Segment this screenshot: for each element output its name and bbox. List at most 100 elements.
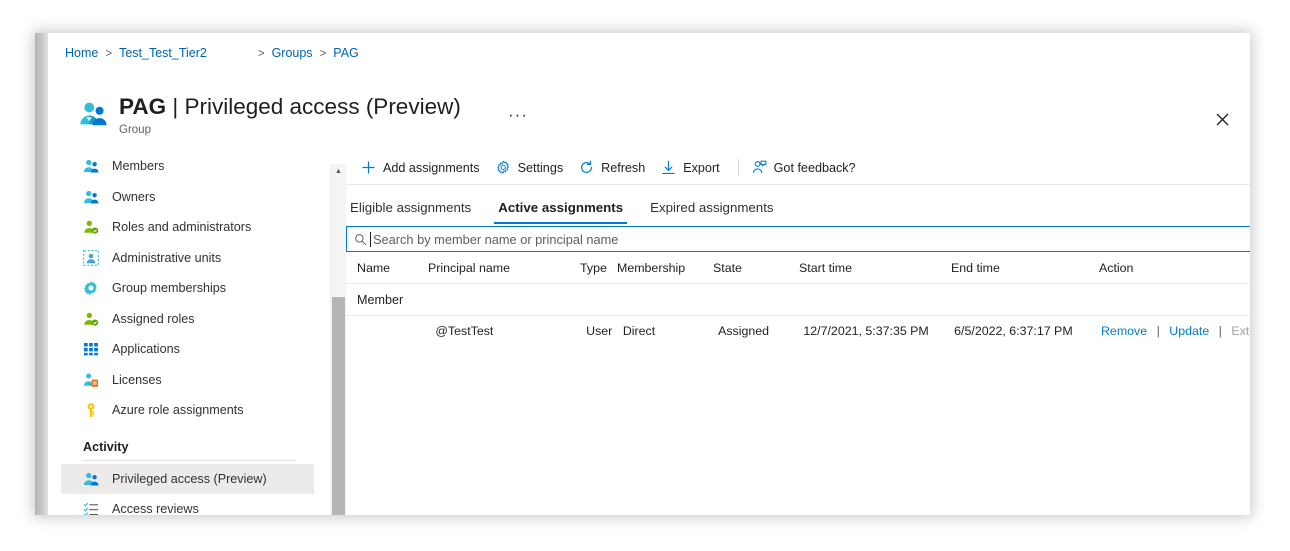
add-assignments-label: Add assignments xyxy=(383,161,480,175)
admin-unit-icon xyxy=(83,250,99,266)
sidebar-item-label: Azure role assignments xyxy=(112,403,244,417)
gear-icon xyxy=(496,160,511,175)
cell-end-time: 6/5/2022, 6:37:17 PM xyxy=(954,324,1101,338)
gear-teal-icon xyxy=(83,280,99,296)
sidebar-item-access-reviews[interactable]: Access reviews xyxy=(61,494,314,515)
more-options-button[interactable]: ··· xyxy=(508,109,528,121)
tab-label: Expired assignments xyxy=(650,200,773,215)
tab-expired-assignments[interactable]: Expired assignments xyxy=(646,200,777,224)
got-feedback-label: Got feedback? xyxy=(774,161,856,175)
previous-blade-edge[interactable] xyxy=(35,33,48,515)
page-title-texts: PAG | Privileged access (Preview) Group xyxy=(119,93,461,136)
tab-label: Active assignments xyxy=(498,200,623,215)
page-title-rest: Privileged access (Preview) xyxy=(184,94,460,119)
blade-panel: Home > Test_Test_Tier2 > Groups > PAG xyxy=(35,33,1250,515)
search-input[interactable] xyxy=(371,228,1250,250)
sidebar-item-licenses[interactable]: Licenses xyxy=(61,365,314,396)
cell-principal-name: @TestTest xyxy=(427,324,586,338)
breadcrumb-separator: > xyxy=(320,48,327,60)
page-title: PAG | Privileged access (Preview) xyxy=(119,93,461,121)
scrollbar-thumb[interactable] xyxy=(332,297,345,515)
settings-button[interactable]: Settings xyxy=(492,155,573,181)
assignments-table: Name Principal name Type Membership Stat… xyxy=(346,252,1250,346)
sidebar-item-group-memberships[interactable]: Group memberships xyxy=(61,273,314,304)
action-separator: | xyxy=(1219,324,1222,338)
column-header-membership: Membership xyxy=(617,261,713,275)
breadcrumb-separator: > xyxy=(258,48,265,60)
user-badge-green-icon xyxy=(83,311,99,327)
refresh-label: Refresh xyxy=(601,161,645,175)
sidebar-item-assigned-roles[interactable]: Assigned roles xyxy=(61,304,314,335)
sidebar-scrollbar[interactable]: ▲ xyxy=(330,164,346,515)
cell-membership: Direct xyxy=(623,324,718,338)
update-link[interactable]: Update xyxy=(1169,324,1209,338)
license-icon xyxy=(83,372,99,388)
download-icon xyxy=(661,160,676,175)
sidebar-item-privileged-access[interactable]: Privileged access (Preview) xyxy=(61,464,314,495)
sidebar-item-owners[interactable]: Owners xyxy=(61,182,314,213)
column-header-type: Type xyxy=(580,261,617,275)
plus-icon xyxy=(361,160,376,175)
tab-active-assignments[interactable]: Active assignments xyxy=(494,200,627,224)
sidebar-divider xyxy=(83,460,296,461)
sidebar-section-activity: Activity xyxy=(61,426,314,457)
cell-start-time: 12/7/2021, 5:37:35 PM xyxy=(803,324,954,338)
feedback-person-icon xyxy=(752,160,767,175)
screen: Home > Test_Test_Tier2 > Groups > PAG xyxy=(0,0,1290,551)
export-button[interactable]: Export xyxy=(657,155,728,181)
breadcrumb-item-pag[interactable]: PAG xyxy=(333,46,358,60)
tab-eligible-assignments[interactable]: Eligible assignments xyxy=(346,200,475,224)
content-area: Add assignments Settings xyxy=(346,151,1250,515)
add-assignments-button[interactable]: Add assignments xyxy=(357,155,489,181)
grid-blue-icon xyxy=(83,341,99,357)
close-button[interactable] xyxy=(1208,105,1236,133)
tab-label: Eligible assignments xyxy=(350,200,471,215)
group-users-icon xyxy=(78,99,108,129)
page-subtitle: Group xyxy=(119,124,461,136)
column-header-principal-name: Principal name xyxy=(428,261,580,275)
breadcrumb-item-tenant[interactable]: Test_Test_Tier2 xyxy=(119,46,207,60)
scroll-up-arrow-icon[interactable]: ▲ xyxy=(331,164,346,179)
sidebar-item-roles-and-administrators[interactable]: Roles and administrators xyxy=(61,212,314,243)
sidebar-item-label: Members xyxy=(112,159,164,173)
sidebar-item-azure-role-assignments[interactable]: Azure role assignments xyxy=(61,395,314,426)
close-icon xyxy=(1216,113,1229,126)
cell-actions: Remove | Update | Extend xyxy=(1101,324,1250,338)
page-title-bold: PAG xyxy=(119,94,166,119)
cell-state: Assigned xyxy=(718,324,803,338)
sidebar-item-applications[interactable]: Applications xyxy=(61,334,314,365)
sidebar-item-label: Licenses xyxy=(112,373,162,387)
breadcrumb: Home > Test_Test_Tier2 > Groups > PAG xyxy=(65,46,359,60)
page-title-divider: | xyxy=(172,94,178,119)
page-title-row: PAG | Privileged access (Preview) Group xyxy=(78,93,461,136)
got-feedback-button[interactable]: Got feedback? xyxy=(748,155,865,181)
refresh-icon xyxy=(579,160,594,175)
sidebar-item-label: Assigned roles xyxy=(112,312,195,326)
assignment-tabs: Eligible assignments Active assignments … xyxy=(346,185,1250,224)
sidebar-item-label: Privileged access (Preview) xyxy=(112,472,267,486)
export-label: Export xyxy=(683,161,719,175)
table-row[interactable]: @TestTest User Direct Assigned 12/7/2021… xyxy=(346,316,1250,346)
search-box[interactable] xyxy=(346,226,1250,252)
sidebar-item-members[interactable]: Members xyxy=(61,151,314,182)
sidebar-item-label: Group memberships xyxy=(112,281,226,295)
sidebar-item-label: Roles and administrators xyxy=(112,220,251,234)
sidebar-item-label: Administrative units xyxy=(112,251,221,265)
column-header-action: Action xyxy=(1099,261,1250,275)
column-header-end-time: End time xyxy=(951,261,1099,275)
breadcrumb-separator: > xyxy=(105,48,112,60)
sidebar-item-label: Owners xyxy=(112,190,155,204)
table-header-row: Name Principal name Type Membership Stat… xyxy=(346,252,1250,284)
refresh-button[interactable]: Refresh xyxy=(575,155,654,181)
blade-content: Home > Test_Test_Tier2 > Groups > PAG xyxy=(48,33,1250,515)
breadcrumb-item-groups[interactable]: Groups xyxy=(272,46,313,60)
users-blue-icon xyxy=(83,471,99,487)
breadcrumb-item-home[interactable]: Home xyxy=(65,46,98,60)
search-icon xyxy=(354,233,367,246)
sidebar-item-label: Applications xyxy=(112,342,180,356)
sidebar-item-administrative-units[interactable]: Administrative units xyxy=(61,243,314,274)
column-header-name: Name xyxy=(346,261,428,275)
user-badge-green-icon xyxy=(83,219,99,235)
settings-label: Settings xyxy=(518,161,564,175)
remove-link[interactable]: Remove xyxy=(1101,324,1147,338)
